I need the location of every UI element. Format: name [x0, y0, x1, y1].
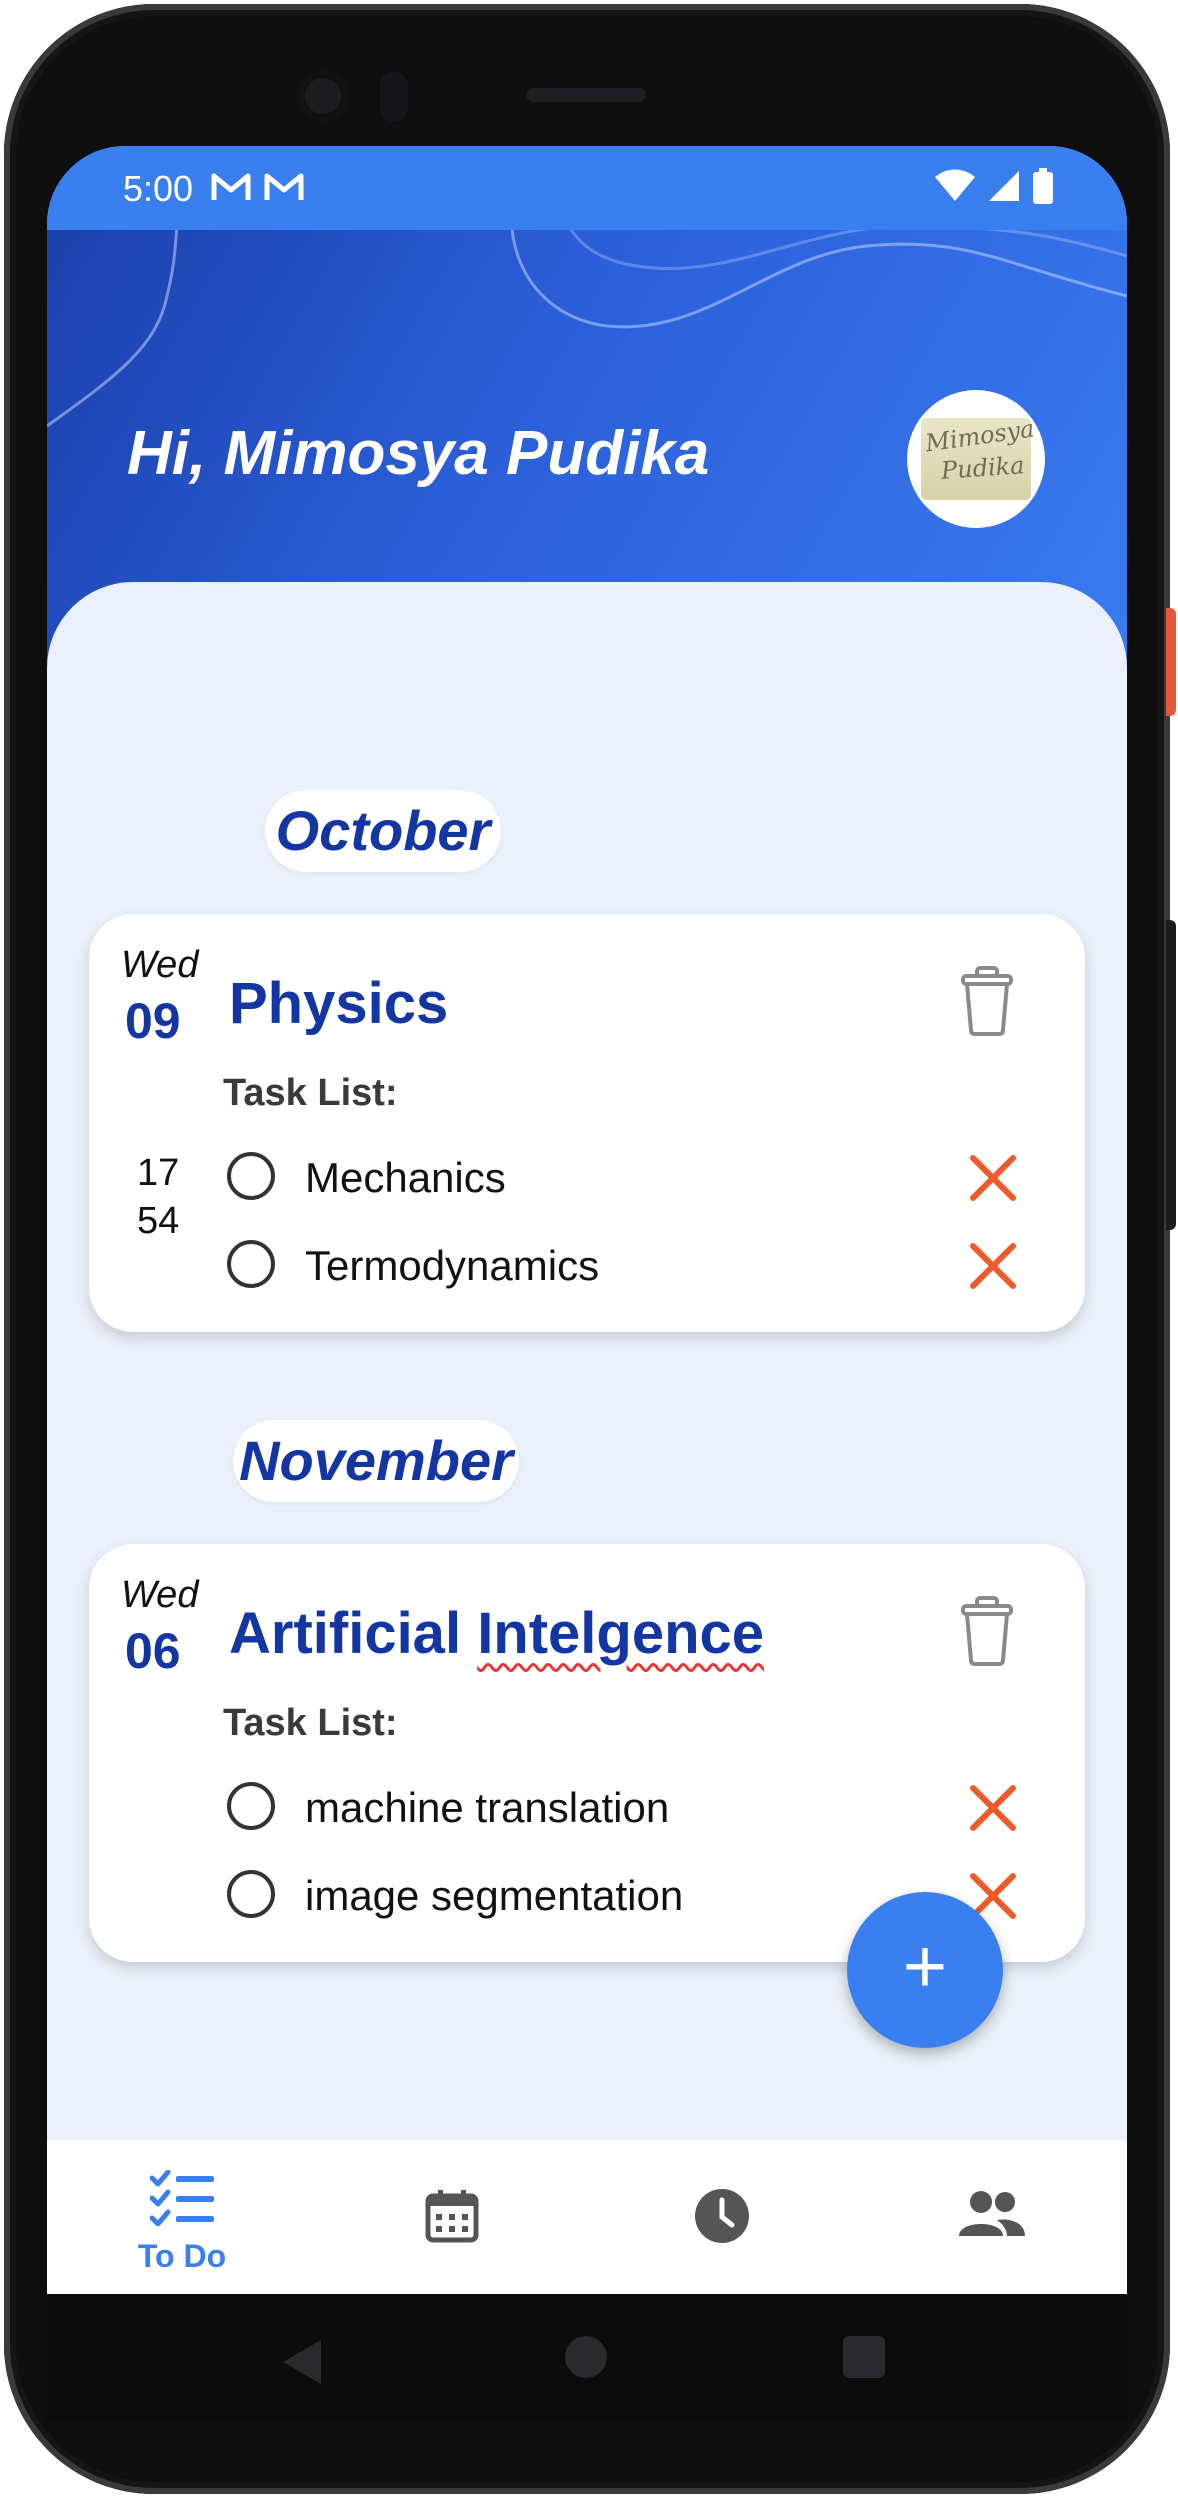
avatar[interactable]: Mimosya Pudika — [907, 390, 1045, 528]
clock-icon — [695, 2189, 749, 2243]
task-text: Mechanics — [305, 1154, 506, 1201]
card-time-minute: 54 — [137, 1200, 180, 1242]
task-text: Termodynamics — [305, 1242, 600, 1289]
status-time: 5:00 — [123, 168, 194, 209]
card-day-number: 09 — [125, 993, 181, 1049]
task-checkbox[interactable] — [227, 1152, 275, 1200]
app-screen: 5:00 Hi, Mimosya Pudika Mimosya Pudika O… — [47, 146, 1127, 2294]
task-row: Termodynamics — [223, 1234, 1063, 1304]
nav-item-people[interactable] — [857, 2140, 1127, 2294]
month-header-november: November — [233, 1420, 519, 1502]
checklist-icon — [150, 2170, 214, 2226]
task-list-label: Task List: — [223, 1702, 398, 1744]
card-title-part-misspelled: Intelgence — [477, 1601, 765, 1666]
task-checkbox[interactable] — [227, 1782, 275, 1830]
nav-item-calendar[interactable] — [317, 2140, 587, 2294]
system-status-icons — [935, 168, 1053, 204]
front-sensor — [380, 72, 408, 122]
card-title: Physics — [229, 971, 449, 1036]
avatar-text: Pudika — [940, 451, 1026, 485]
task-content: October Wed 09 17 54 Physics Task List: … — [47, 582, 1127, 2294]
volume-button — [1166, 920, 1176, 1230]
task-list-label: Task List: — [223, 1072, 398, 1114]
calendar-icon — [425, 2190, 479, 2243]
battery-icon — [1033, 168, 1053, 204]
nav-item-history[interactable] — [587, 2140, 857, 2294]
card-day-number: 06 — [125, 1623, 181, 1679]
add-task-button[interactable]: + — [847, 1892, 1003, 2048]
delete-task-icon[interactable] — [963, 1236, 1023, 1296]
home-icon[interactable] — [565, 2336, 607, 2378]
trash-icon[interactable] — [959, 1596, 1015, 1666]
delete-task-icon[interactable] — [963, 1148, 1023, 1208]
task-text: image segmentation — [305, 1872, 684, 1919]
task-checkbox[interactable] — [227, 1870, 275, 1918]
front-camera — [297, 70, 349, 122]
back-icon[interactable] — [283, 2340, 321, 2384]
trash-icon[interactable] — [959, 966, 1015, 1036]
signal-icon — [989, 171, 1019, 201]
status-bar: 5:00 — [47, 146, 1127, 230]
delete-task-icon[interactable] — [963, 1778, 1023, 1838]
task-checkbox[interactable] — [227, 1240, 275, 1288]
people-icon — [959, 2191, 1025, 2236]
earpiece-speaker — [526, 88, 646, 102]
card-day-name: Wed — [121, 1574, 199, 1616]
task-row: machine translation — [223, 1776, 1063, 1846]
card-title-part: Artificial — [229, 1601, 462, 1666]
gmail-icon — [211, 173, 251, 200]
wifi-icon — [935, 169, 975, 201]
recent-apps-icon[interactable] — [843, 2336, 885, 2378]
system-navigation-bar — [47, 2294, 1127, 2422]
nav-label-todo: To Do — [137, 2238, 227, 2274]
task-row: Mechanics — [223, 1146, 1063, 1216]
card-day-name: Wed — [121, 944, 199, 986]
gmail-icon — [264, 173, 304, 200]
task-card-physics[interactable]: Wed 09 17 54 Physics Task List: Mechanic… — [89, 914, 1085, 1332]
greeting-text: Hi, Mimosya Pudika — [127, 419, 710, 488]
power-button — [1166, 608, 1176, 716]
month-header-october: October — [265, 790, 501, 872]
nav-item-todo[interactable]: To Do — [47, 2140, 317, 2294]
card-time-hour: 17 — [137, 1152, 180, 1194]
bottom-navigation: To Do — [47, 2140, 1127, 2294]
task-text: machine translation — [305, 1784, 670, 1831]
card-title: Artificial Intelgence — [229, 1600, 764, 1667]
